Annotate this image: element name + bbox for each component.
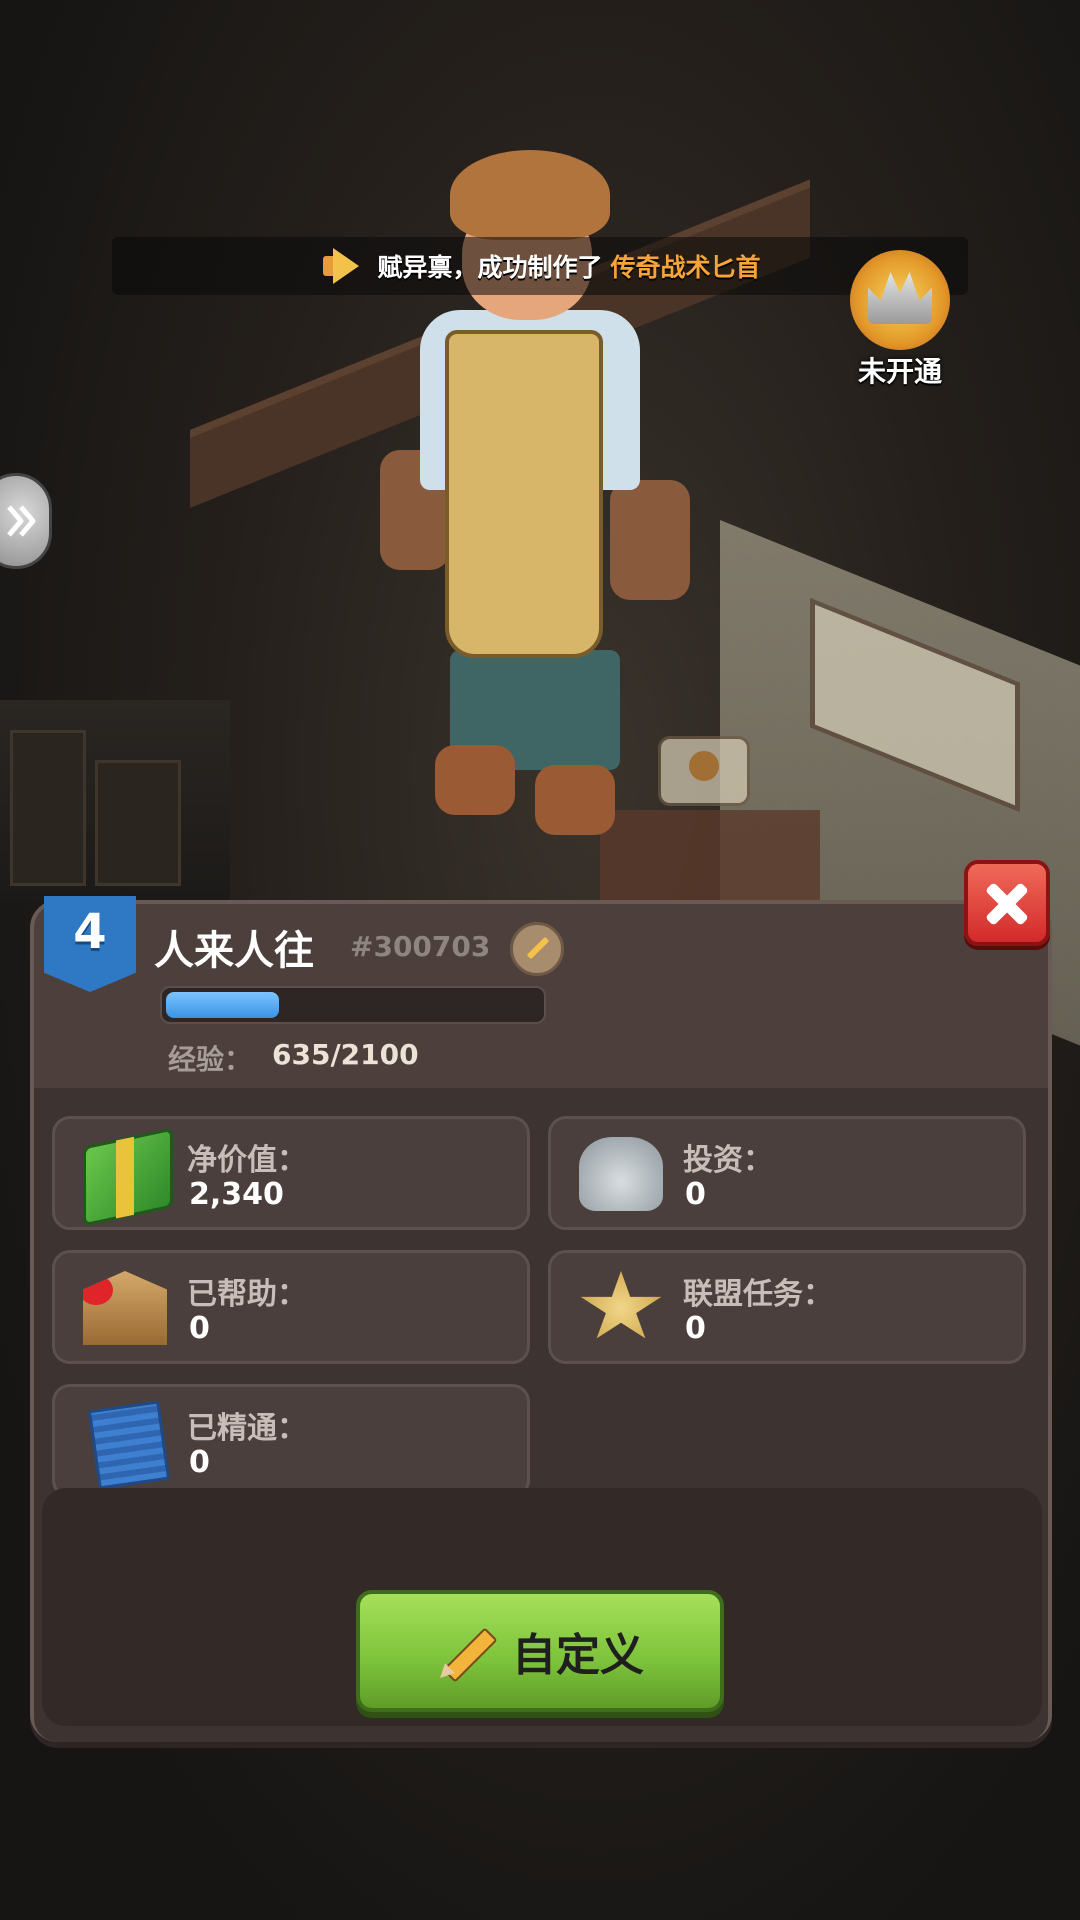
stat-label: 已精通： — [187, 1411, 307, 1446]
megaphone-icon — [319, 246, 369, 286]
investment-buildings-icon — [579, 1137, 663, 1211]
edit-name-icon[interactable] — [510, 922, 564, 976]
stat-label: 投资： — [683, 1143, 773, 1178]
xp-progress-fill — [166, 992, 279, 1018]
level-number: 4 — [73, 904, 107, 960]
stat-value: 0 — [685, 1311, 706, 1346]
xp-value: 635/2100 — [272, 1038, 419, 1071]
stat-card-alliance-tasks: 联盟任务： 0 — [548, 1250, 1026, 1364]
stat-label: 联盟任务： — [683, 1277, 833, 1312]
ticker-text: 赋异禀，成功制作了 — [377, 253, 603, 282]
stat-card-helped: 已帮助： 0 — [52, 1250, 530, 1364]
xp-label: 经验： — [168, 1043, 253, 1076]
charity-heart-icon — [83, 1271, 167, 1345]
customize-button[interactable]: 自定义 — [356, 1590, 724, 1712]
money-stack-icon — [83, 1127, 173, 1227]
rank-status-label: 未开通 — [857, 355, 942, 388]
stat-value: 0 — [685, 1177, 706, 1212]
stat-value: 0 — [189, 1445, 210, 1480]
rank-badge[interactable]: 未开通 — [840, 250, 960, 390]
sheriff-badge-icon — [580, 1271, 662, 1339]
level-badge: 4 — [44, 896, 136, 992]
stat-card-mastered: 已精通： 0 — [52, 1384, 530, 1498]
shelf — [95, 760, 181, 886]
blueprint-icon — [87, 1400, 171, 1490]
stat-card-net-worth: 净价值： 2,340 — [52, 1116, 530, 1230]
player-name: 人来人往 — [154, 928, 314, 974]
stat-label: 净价值： — [187, 1143, 307, 1178]
double-chevron-right-icon — [7, 505, 36, 537]
stat-label: 已帮助： — [187, 1277, 307, 1312]
profile-stats-area: 净价值： 2,340 投资： 0 已帮助： 0 联盟任务： 0 已精通： 0 自… — [34, 1088, 1048, 1742]
close-button[interactable] — [964, 860, 1050, 946]
crown-icon — [850, 250, 950, 350]
xp-progress-bar — [160, 986, 546, 1024]
stat-value: 2,340 — [189, 1177, 284, 1212]
ticker-item-name: 传奇战术匕首 — [610, 253, 761, 282]
stat-card-investment: 投资： 0 — [548, 1116, 1026, 1230]
pencil-icon — [436, 1622, 494, 1680]
side-expand-button[interactable] — [0, 473, 52, 569]
profile-header: 4 人来人往 #300703 经验： 635/2100 — [34, 896, 1048, 1088]
profile-panel: 4 人来人往 #300703 经验： 635/2100 净价值： 2,340 投… — [30, 896, 1052, 1742]
shelf — [10, 730, 86, 886]
stat-value: 0 — [189, 1311, 210, 1346]
player-id: #300703 — [350, 930, 491, 963]
customize-button-label: 自定义 — [512, 1630, 644, 1681]
